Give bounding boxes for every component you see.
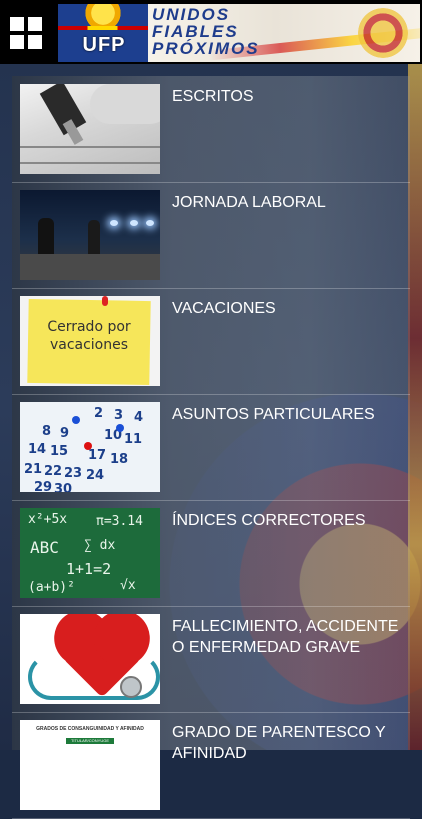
chalkboard-math-image: x²+5x π=3.14 ABC ∑ dx 1+1=2 (a+b)² √x	[20, 508, 160, 598]
vacation-note-text: Cerrado por vacaciones	[47, 319, 131, 353]
slogan-line-3: PRÓXIMOS	[152, 39, 260, 58]
list-item[interactable]: x²+5x π=3.14 ABC ∑ dx 1+1=2 (a+b)² √x ÍN…	[12, 500, 410, 607]
list-item-title: JORNADA LABORAL	[172, 194, 326, 211]
list-item[interactable]: JORNADA LABORAL	[12, 182, 410, 289]
list-item[interactable]: GRADOS DE CONSANGUINIDAD Y AFINIDAD TITU…	[12, 712, 410, 819]
grid-menu-icon[interactable]	[10, 17, 42, 49]
list-item-title: ESCRITOS	[172, 88, 254, 105]
kinship-chart-title: GRADOS DE CONSANGUINIDAD Y AFINIDAD	[36, 726, 144, 732]
slogan-line-1: UNIDOS	[152, 5, 231, 24]
menu-list: ESCRITOS JORNADA LABORAL Cerrado por vac…	[12, 76, 410, 819]
list-item[interactable]: 2 3 4 8 9 10 11 14 15 17 18 21 22 23 24 …	[12, 394, 410, 501]
night-police-image	[20, 190, 160, 280]
kinship-chart-subtitle: TITULAR/CONYUGE	[70, 738, 109, 743]
list-item[interactable]: Cerrado por vacaciones VACACIONES	[12, 288, 410, 395]
calendar-image: 2 3 4 8 9 10 11 14 15 17 18 21 22 23 24 …	[20, 402, 160, 492]
kinship-chart-image: GRADOS DE CONSANGUINIDAD Y AFINIDAD TITU…	[20, 720, 160, 810]
police-seal-icon	[358, 8, 408, 58]
slogan-line-2: FIABLES	[152, 22, 239, 41]
list-item-title: FALLECIMIENTO, ACCIDENTE O ENFERMEDAD GR…	[172, 618, 399, 656]
heart-stethoscope-image	[20, 614, 160, 704]
list-item[interactable]: FALLECIMIENTO, ACCIDENTE O ENFERMEDAD GR…	[12, 606, 410, 713]
list-item[interactable]: ESCRITOS	[12, 76, 410, 183]
list-item-title: ÍNDICES CORRECTORES	[172, 512, 366, 529]
list-item-title: VACACIONES	[172, 300, 276, 317]
sun-icon	[78, 4, 128, 28]
logo-text: UFP	[82, 34, 126, 56]
closed-for-vacation-image: Cerrado por vacaciones	[20, 296, 160, 386]
pen-writing-image	[20, 84, 160, 174]
app-header: UFP UNIDOS FIABLES PRÓXIMOS	[0, 0, 422, 64]
list-item-title: ASUNTOS PARTICULARES	[172, 406, 375, 423]
ufp-banner: UFP UNIDOS FIABLES PRÓXIMOS	[58, 4, 420, 62]
banner-slogan: UNIDOS FIABLES PRÓXIMOS	[152, 6, 260, 57]
ufp-logo: UFP	[58, 4, 148, 62]
list-item-title: GRADO DE PARENTESCO Y AFINIDAD	[172, 724, 386, 762]
